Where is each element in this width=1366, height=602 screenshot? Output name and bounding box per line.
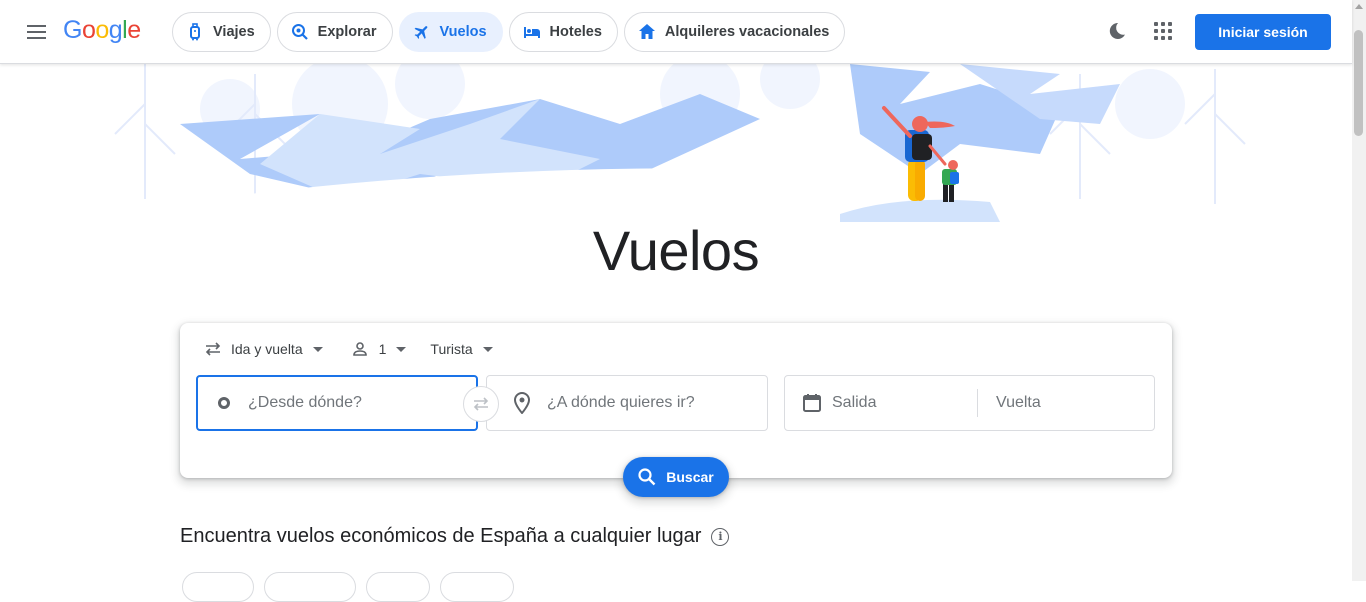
nav-chip-viajes[interactable]: Viajes: [172, 12, 271, 52]
origin-input[interactable]: ¿Desde dónde?: [196, 375, 478, 431]
passengers-select[interactable]: 1: [351, 339, 407, 359]
search-button[interactable]: Buscar: [623, 457, 729, 497]
page-scrollbar[interactable]: [1352, 0, 1366, 581]
nav-chip-alquileres[interactable]: Alquileres vacacionales: [623, 12, 846, 52]
search-icon: [638, 468, 656, 486]
origin-circle-icon: [218, 397, 230, 409]
trip-type-value: Ida y vuelta: [231, 341, 303, 357]
google-logo[interactable]: Google: [63, 16, 141, 45]
sign-in-button[interactable]: Iniciar sesión: [1195, 14, 1331, 50]
date-range-input[interactable]: Salida Vuelta: [784, 375, 1155, 431]
swap-arrows-icon: [205, 342, 221, 356]
trip-type-select[interactable]: Ida y vuelta: [204, 339, 323, 359]
cabin-class-value: Turista: [430, 341, 473, 357]
flight-search-card: Ida y vuelta 1 Turista ¿Desde dónde? ¿A …: [180, 323, 1172, 497]
swap-arrows-icon: [473, 397, 489, 411]
person-icon: [352, 342, 367, 356]
nav-chip-hoteles[interactable]: Hoteles: [508, 12, 618, 52]
nav-chip-explorar[interactable]: Explorar: [276, 12, 393, 52]
cheap-flights-heading: Encuentra vuelos económicos de España a …: [180, 525, 730, 548]
swap-origin-destination-button[interactable]: [463, 386, 499, 422]
scrollbar-thumb[interactable]: [1354, 30, 1363, 136]
nav-chip-label: Viajes: [213, 24, 255, 40]
filter-chip[interactable]: [440, 572, 514, 602]
search-button-label: Buscar: [666, 469, 714, 485]
top-app-bar: Google Viajes Explorar Vuelos Hoteles Al…: [0, 0, 1352, 64]
dark-mode-icon[interactable]: [1106, 20, 1128, 42]
page-title: Vuelos: [592, 219, 760, 282]
nav-chip-label: Hoteles: [549, 24, 602, 40]
filter-chip[interactable]: [366, 572, 430, 602]
filter-chip[interactable]: [264, 572, 356, 602]
bed-icon: [523, 23, 541, 41]
chevron-down-icon: [396, 346, 407, 352]
nav-chip-label: Alquileres vacacionales: [664, 24, 830, 40]
google-apps-icon[interactable]: [1152, 20, 1174, 42]
search-options: Ida y vuelta 1 Turista: [204, 339, 493, 359]
cabin-class-select[interactable]: Turista: [430, 339, 493, 359]
filter-chip[interactable]: [182, 572, 254, 602]
destination-placeholder: ¿A dónde quieres ir?: [547, 394, 695, 411]
nav-chip-vuelos[interactable]: Vuelos: [398, 12, 503, 52]
info-icon[interactable]: i: [711, 527, 730, 546]
return-placeholder: Vuelta: [996, 394, 1041, 411]
chevron-down-icon: [482, 346, 493, 352]
main-menu-icon[interactable]: [20, 16, 52, 48]
destination-input[interactable]: ¿A dónde quieres ir?: [486, 375, 768, 431]
destination-filter-chips: [182, 572, 514, 602]
chevron-down-icon: [312, 346, 323, 352]
nav-chip-label: Vuelos: [439, 24, 487, 40]
cheap-flights-heading-text: Encuentra vuelos económicos de España a …: [180, 525, 702, 547]
explore-icon: [291, 23, 309, 41]
location-pin-icon: [513, 392, 531, 414]
house-icon: [638, 23, 656, 41]
date-divider: [977, 389, 978, 417]
passengers-value: 1: [378, 341, 387, 357]
nav-chip-label: Explorar: [317, 24, 377, 40]
origin-placeholder: ¿Desde dónde?: [248, 394, 362, 411]
suitcase-icon: [186, 23, 204, 41]
departure-placeholder: Salida: [832, 394, 877, 411]
hero-illustration: [114, 64, 1246, 222]
travel-nav: Viajes Explorar Vuelos Hoteles Alquilere…: [172, 12, 846, 52]
scroll-up-arrow-icon[interactable]: [1355, 4, 1363, 9]
airplane-icon: [413, 23, 431, 41]
calendar-icon: [803, 394, 821, 412]
